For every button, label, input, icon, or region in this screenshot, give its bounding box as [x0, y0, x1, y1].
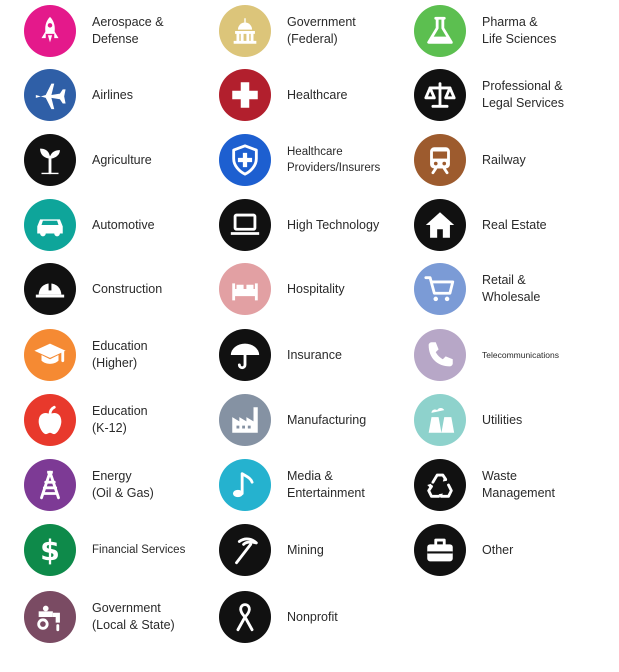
industry-label: Railway [482, 152, 526, 167]
industry-item: Government (Local & State) [24, 590, 175, 644]
industry-item: Education (Higher) [24, 328, 148, 382]
train-icon [414, 134, 466, 186]
recycle-icon [414, 459, 466, 511]
umbrella-icon [219, 329, 271, 381]
bed-icon [219, 263, 271, 315]
industry-item: Media & Entertainment [219, 458, 365, 512]
industry-label: Manufacturing [287, 412, 367, 427]
industry-icon-grid: Aerospace & Defense Airlines Agriculture Au… [0, 0, 619, 672]
industry-label: Waste Management [482, 469, 555, 500]
industry-label: Utilities [482, 412, 523, 427]
industry-label: Agriculture [92, 152, 152, 167]
scales-icon [414, 69, 466, 121]
industry-item: Mining [219, 523, 324, 577]
dollar-icon: $ [24, 524, 76, 576]
industry-label: Education (Higher) [92, 339, 148, 370]
music-note-icon [219, 459, 271, 511]
industry-label: Nonprofit [287, 609, 338, 624]
ribbon-icon [219, 591, 271, 643]
apple-icon [24, 394, 76, 446]
industry-item: Healthcare [219, 68, 347, 122]
power-plant-icon [414, 394, 466, 446]
industry-label: Professional & Legal Services [482, 79, 564, 110]
industry-label: Hospitality [287, 281, 345, 296]
flask-icon [414, 5, 466, 57]
industry-label: Government (Local & State) [92, 601, 175, 632]
industry-item: Government (Federal) [219, 4, 356, 58]
shopping-cart-icon [414, 263, 466, 315]
car-icon [24, 199, 76, 251]
industry-item: Airlines [24, 68, 133, 122]
pickaxe-icon [219, 524, 271, 576]
industry-label: Education (K-12) [92, 404, 148, 435]
sprout-icon [24, 134, 76, 186]
industry-label: Healthcare Providers/Insurers [287, 146, 381, 174]
industry-label: Retail & Wholesale [482, 273, 541, 304]
industry-label: Airlines [92, 87, 133, 102]
shield-cross-icon [219, 134, 271, 186]
rocket-icon [24, 5, 76, 57]
industry-item: Professional & Legal Services [414, 68, 564, 122]
industry-item: Real Estate [414, 198, 547, 252]
industry-item: Nonprofit [219, 590, 338, 644]
industry-item: Manufacturing [219, 393, 366, 447]
hard-hat-icon [24, 263, 76, 315]
industry-label: Insurance [287, 347, 342, 362]
industry-label: Media & Entertainment [287, 469, 365, 500]
industry-item: Railway [414, 133, 526, 187]
industry-label: Automotive [92, 217, 155, 232]
industry-item: Construction [24, 262, 162, 316]
industry-item: Energy (Oil & Gas) [24, 458, 154, 512]
industry-label: Government (Federal) [287, 15, 356, 46]
industry-label: Other [482, 542, 514, 557]
industry-label: Healthcare [287, 87, 348, 102]
industry-item: Other [414, 523, 513, 577]
industry-label: Real Estate [482, 217, 547, 232]
factory-icon [219, 394, 271, 446]
laptop-icon [219, 199, 271, 251]
industry-item: Utilities [414, 393, 522, 447]
industry-item: Automotive [24, 198, 155, 252]
industry-label: Aerospace & Defense [92, 15, 164, 46]
industry-item: Retail & Wholesale [414, 262, 540, 316]
graduation-cap-icon [24, 329, 76, 381]
industry-item: Healthcare Providers/Insurers [219, 133, 380, 187]
industry-item: Insurance [219, 328, 342, 382]
industry-label: Financial Services [92, 544, 186, 556]
oil-derrick-icon [24, 459, 76, 511]
industry-item: Education (K-12) [24, 393, 148, 447]
industry-item: Hospitality [219, 262, 345, 316]
industry-label: Mining [287, 542, 324, 557]
industry-item: High Technology [219, 198, 379, 252]
briefcase-icon [414, 524, 466, 576]
industry-label: Telecommunications [482, 349, 560, 360]
medical-cross-icon [219, 69, 271, 121]
svg-text:$: $ [40, 534, 60, 567]
industry-label: Construction [92, 281, 163, 296]
industry-item: Aerospace & Defense [24, 4, 164, 58]
industry-item: Waste Management [414, 458, 555, 512]
industry-item: $ Financial Services [24, 523, 185, 577]
phone-icon [414, 329, 466, 381]
capitol-icon [219, 5, 271, 57]
water-tap-icon [24, 591, 76, 643]
airplane-icon [24, 69, 76, 121]
industry-item: Agriculture [24, 133, 152, 187]
house-icon [414, 199, 466, 251]
industry-label: Energy (Oil & Gas) [92, 469, 154, 500]
industry-label: Pharma & Life Sciences [482, 15, 557, 46]
industry-item: Pharma & Life Sciences [414, 4, 556, 58]
industry-label: High Technology [287, 217, 380, 232]
industry-item: Telecommunications [414, 328, 559, 382]
